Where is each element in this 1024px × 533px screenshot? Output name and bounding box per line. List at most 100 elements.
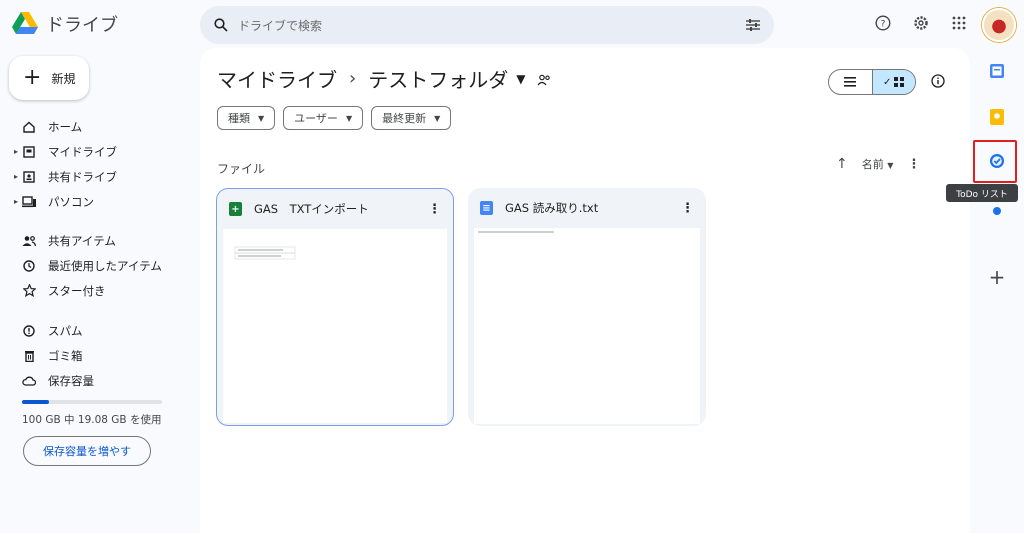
sidebar-item-shared-with-me[interactable]: 共有アイテム <box>14 228 194 253</box>
file-card[interactable]: + GAS TXTインポート ⋮ <box>216 188 454 426</box>
home-icon <box>22 120 36 134</box>
file-thumbnail <box>474 228 700 424</box>
sidebar-item-label: 最近使用したアイテム <box>48 258 162 273</box>
section-title: ファイル <box>217 162 266 176</box>
file-name: GAS TXTインポート <box>254 202 369 216</box>
spam-icon <box>22 324 36 338</box>
sidebar-item-storage[interactable]: 保存容量 <box>14 368 194 393</box>
add-addon-icon[interactable]: + <box>986 266 1008 288</box>
folder-menu-caret-icon[interactable]: ▼ <box>516 72 525 86</box>
svg-text:?: ? <box>881 20 886 30</box>
sidebar-nav: ホーム ▸ マイドライブ ▸ 共有ドライブ ▸ パソコン <box>14 114 194 214</box>
file-card[interactable]: ≡ GAS 読み取り.txt ⋮ <box>468 188 706 426</box>
search-bar[interactable]: ドライブで検索 <box>200 6 774 44</box>
get-more-storage-button[interactable]: 保存容量を増やす <box>23 436 151 466</box>
sort-by-button[interactable]: 名前 ▼ <box>862 156 894 172</box>
sidebar-nav-tertiary: スパム ゴミ箱 保存容量 <box>14 318 194 393</box>
side-panel: + <box>972 48 1024 533</box>
my-drive-icon <box>22 145 36 159</box>
search-options-icon[interactable] <box>746 19 760 31</box>
shared-people-icon <box>22 234 36 248</box>
star-icon <box>22 284 36 298</box>
sidebar-nav-secondary: 共有アイテム 最近使用したアイテム スター付き <box>14 228 194 303</box>
sidebar-item-label: 共有アイテム <box>48 233 116 248</box>
highlight-box <box>973 140 1017 183</box>
expand-caret-icon[interactable]: ▸ <box>14 197 22 206</box>
file-name: GAS 読み取り.txt <box>505 201 599 215</box>
app-name: ドライブ <box>46 15 118 36</box>
sort-direction-arrow-icon[interactable]: ↑ <box>836 156 848 172</box>
filter-chips: 種類 ▼ ユーザー ▼ 最終更新 ▼ <box>217 106 452 130</box>
storage-progress-bar <box>22 400 162 404</box>
sidebar-item-label: パソコン <box>48 194 94 209</box>
clock-icon <box>22 259 36 273</box>
help-icon[interactable]: ? <box>870 10 896 36</box>
plus-icon: + <box>988 265 1006 289</box>
sort-controls: ↑ 名前 ▼ ⋮ <box>836 156 920 172</box>
search-input[interactable]: ドライブで検索 <box>238 17 746 34</box>
chip-label: 最終更新 <box>382 112 427 125</box>
grid-view-icon[interactable]: ✓ <box>871 70 915 94</box>
info-icon[interactable] <box>926 69 950 93</box>
keep-icon[interactable] <box>986 106 1008 128</box>
tasks-tooltip: ToDo リスト <box>946 184 1018 202</box>
dropdown-arrow-icon: ▼ <box>258 113 265 123</box>
shared-drive-icon <box>22 170 36 184</box>
spreadsheet-icon: + <box>229 202 242 216</box>
thumbnail-preview <box>234 246 296 260</box>
document-icon: ≡ <box>480 201 493 215</box>
check-icon: ✓ <box>883 76 892 88</box>
sidebar-item-recent[interactable]: 最近使用したアイテム <box>14 253 194 278</box>
gear-icon[interactable] <box>908 10 934 36</box>
filter-type-chip[interactable]: 種類 ▼ <box>217 106 276 130</box>
calendar-icon[interactable] <box>986 60 1008 82</box>
chip-label: ユーザー <box>294 112 338 125</box>
apps-grid-icon[interactable] <box>946 10 972 36</box>
expand-caret-icon[interactable]: ▸ <box>14 172 22 181</box>
sidebar-item-label: マイドライブ <box>48 144 117 159</box>
sidebar-item-label: スパム <box>48 323 83 338</box>
shared-folder-icon <box>537 67 551 91</box>
drive-logo[interactable]: ドライブ <box>12 8 118 40</box>
dropdown-arrow-icon: ▼ <box>345 113 353 123</box>
expand-caret-icon[interactable]: ▸ <box>14 147 22 156</box>
sidebar-item-label: スター付き <box>48 283 106 298</box>
storage-progress-fill <box>22 400 49 404</box>
sidebar-item-starred[interactable]: スター付き <box>14 278 194 303</box>
main-content: マイドライブ › テストフォルダ ▼ ✓ 種類 ▼ ユーザー ▼ 最終更新 ▼ ファイ… <box>200 48 970 533</box>
sidebar-item-trash[interactable]: ゴミ箱 <box>14 343 194 368</box>
new-button-label: 新規 <box>51 71 76 86</box>
view-toggle[interactable]: ✓ <box>828 69 916 95</box>
thumbnail-preview <box>478 231 554 233</box>
avatar[interactable] <box>982 8 1016 42</box>
dropdown-arrow-icon: ▼ <box>887 161 894 170</box>
sidebar-item-spam[interactable]: スパム <box>14 318 194 343</box>
storage-usage-text: 100 GB 中 19.08 GB を使用 <box>22 414 162 426</box>
more-options-icon[interactable]: ⋮ <box>681 201 694 216</box>
drive-logo-icon <box>12 12 38 34</box>
sidebar-item-computers[interactable]: ▸ パソコン <box>14 189 194 214</box>
breadcrumb-current-folder[interactable]: テストフォルダ <box>368 64 508 93</box>
sidebar-item-label: ゴミ箱 <box>48 348 83 363</box>
sidebar-item-shared-drive[interactable]: ▸ 共有ドライブ <box>14 164 194 189</box>
sidebar-item-my-drive[interactable]: ▸ マイドライブ <box>14 139 194 164</box>
breadcrumb-root[interactable]: マイドライブ <box>217 64 337 93</box>
sidebar-item-label: 共有ドライブ <box>48 169 117 184</box>
list-view-icon[interactable] <box>829 70 872 94</box>
computer-icon <box>22 195 36 209</box>
search-icon[interactable] <box>214 18 228 32</box>
breadcrumb-separator: › <box>349 68 357 89</box>
sidebar-item-label: 保存容量 <box>48 373 94 388</box>
new-button[interactable]: + 新規 <box>9 56 89 100</box>
more-options-icon[interactable]: ⋮ <box>907 157 920 172</box>
more-options-icon[interactable]: ⋮ <box>428 202 441 217</box>
sort-label: 名前 <box>861 158 884 171</box>
sidebar-item-home[interactable]: ホーム <box>14 114 194 139</box>
trash-icon <box>22 349 36 363</box>
filter-user-chip[interactable]: ユーザー ▼ <box>283 106 364 130</box>
sidebar-item-label: ホーム <box>48 119 83 134</box>
breadcrumb: マイドライブ › テストフォルダ ▼ <box>217 64 551 93</box>
dropdown-arrow-icon: ▼ <box>434 113 441 123</box>
chip-label: 種類 <box>228 112 250 125</box>
filter-modified-chip[interactable]: 最終更新 ▼ <box>371 106 452 130</box>
